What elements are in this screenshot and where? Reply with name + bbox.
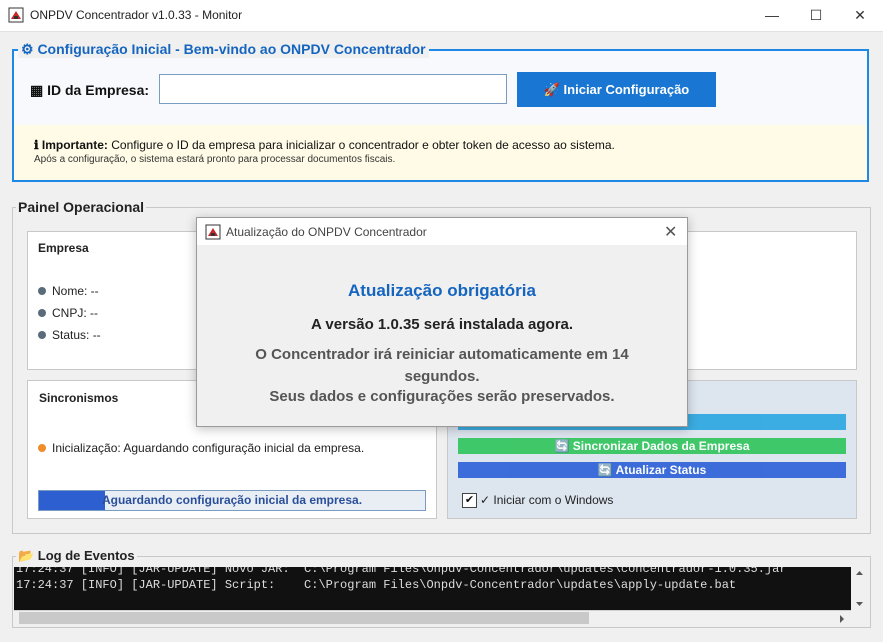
app-icon [8, 7, 24, 23]
bullet-icon [38, 331, 46, 339]
log-line: 17:24:37 [INFO] [JAR-UPDATE] Novo JAR: C… [16, 567, 787, 576]
log-line: 17:24:37 [INFO] [JAR-UPDATE] Script: C:\… [16, 578, 737, 592]
company-box-title: Empresa [38, 241, 89, 255]
maximize-button[interactable]: ☐ [793, 0, 839, 31]
company-id-label: ▦ ID da Empresa: [30, 82, 150, 98]
notice-text: ℹ Importante: Configure o ID da empresa … [34, 138, 615, 152]
company-cnpj: CNPJ: -- [52, 306, 98, 320]
company-name-row: Nome: -- [38, 284, 99, 298]
dialog-restart-text-cont: segundos. [404, 368, 480, 385]
company-id-input[interactable] [159, 74, 507, 104]
config-legend: ⚙ Configuração Inicial - Bem-vindo ao ON… [18, 41, 429, 58]
notice-box [14, 125, 867, 180]
notice-subtext: Após a configuração, o sistema estará pr… [34, 154, 396, 165]
dialog-title: Atualização do ONPDV Concentrador [226, 225, 427, 239]
window-titlebar: ONPDV Concentrador v1.0.33 - Monitor — ☐… [0, 0, 883, 32]
sync-progress-bar: Aguardando configuração inicial da empre… [38, 490, 426, 511]
scroll-right-icon [840, 615, 844, 623]
company-name: Nome: -- [52, 284, 99, 298]
start-with-windows-checkbox[interactable]: ✔ [462, 493, 477, 508]
company-status-row: Status: -- [38, 328, 101, 342]
window-title: ONPDV Concentrador v1.0.33 - Monitor [30, 8, 243, 22]
dialog-app-icon [205, 224, 221, 240]
sync-status-row: Inicialização: Aguardando configuração i… [38, 441, 364, 455]
log-legend: 📂 Log de Eventos [16, 548, 137, 564]
close-button[interactable]: ✕ [837, 0, 883, 31]
dialog-preserve-text: Seus dados e configurações serão preserv… [269, 388, 615, 405]
operational-panel-legend: Painel Operacional [16, 199, 147, 215]
dialog-heading: Atualização obrigatória [348, 281, 536, 300]
log-text-area[interactable]: 17:24:37 [INFO] [JAR-UPDATE] Novo JAR: C… [14, 567, 851, 610]
sync-status-text: Inicialização: Aguardando configuração i… [52, 441, 365, 455]
notice-body: Configure o ID da empresa para inicializ… [107, 138, 615, 152]
bullet-icon [38, 287, 46, 295]
start-with-windows-label: ✓ Iniciar com o Windows [480, 493, 614, 507]
update-status-button[interactable]: 🔄 Atualizar Status [458, 462, 846, 478]
sync-box-title: Sincronismos [39, 391, 119, 405]
notice-bold: ℹ Importante: [34, 138, 108, 152]
sync-progress-text: Aguardando configuração inicial da empre… [101, 493, 363, 507]
start-config-button[interactable]: 🚀 Iniciar Configuração [517, 72, 716, 107]
company-cnpj-row: CNPJ: -- [38, 306, 98, 320]
sync-company-data-button[interactable]: 🔄 Sincronizar Dados da Empresa [458, 438, 846, 454]
company-status: Status: -- [52, 328, 101, 342]
dialog-close-icon[interactable]: ✕ [664, 222, 677, 242]
dialog-version-text: A versão 1.0.35 será instalada agora. [310, 316, 574, 333]
bullet-icon [38, 309, 46, 317]
log-scroll-thumb[interactable] [19, 612, 589, 624]
dialog-restart-text: O Concentrador irá reiniciar automaticam… [255, 346, 629, 363]
scroll-arrows-icon [856, 571, 863, 606]
minimize-button[interactable]: — [749, 0, 795, 31]
log-vertical-scrollbar[interactable] [851, 567, 868, 610]
status-dot-icon [38, 444, 46, 452]
